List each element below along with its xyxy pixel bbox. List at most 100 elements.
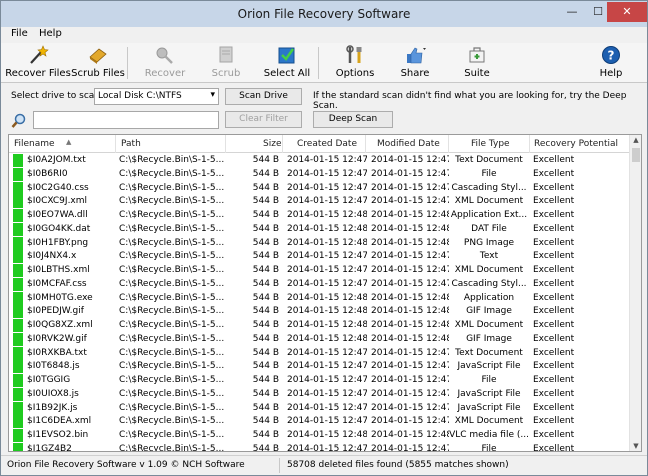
help-button[interactable]: ? Help [599, 43, 623, 83]
scrub-files-button[interactable]: Scrub Files [71, 43, 125, 83]
cell-size: 544 B [252, 223, 279, 234]
column-header-recovery[interactable]: Recovery Potential [534, 139, 618, 149]
close-button[interactable]: ✕ [607, 2, 647, 22]
table-row[interactable]: $I0EO7WA.dll C:\$Recycle.Bin\S-1-5... 544 … [9, 209, 629, 223]
cell-size: 544 B [252, 402, 279, 413]
drive-select[interactable]: Local Disk C:\NTFS ▾ [94, 88, 219, 105]
recovery-status-indicator [13, 332, 23, 346]
eraser-icon [89, 48, 107, 64]
minimize-button[interactable]: — [559, 2, 585, 22]
title-bar[interactable]: Orion File Recovery Software — ☐ ✕ [1, 1, 647, 27]
window-title: Orion File Recovery Software [237, 7, 411, 21]
table-row[interactable]: $I0RXKBA.txt C:\$Recycle.Bin\S-1-5... 544 … [9, 346, 629, 361]
scrub-icon [219, 46, 233, 63]
recovery-status-indicator [13, 374, 23, 387]
cell-created-date: 2014-01-15 12:48 [287, 320, 367, 330]
cell-created-date: 2014-01-15 12:48 [287, 306, 367, 317]
table-row[interactable]: $I0UIOX8.js C:\$Recycle.Bin\S-1-5... 544 B… [9, 387, 629, 402]
column-divider[interactable] [365, 135, 366, 153]
column-divider[interactable] [529, 135, 530, 153]
scrub-label: Scrub [211, 68, 241, 79]
cell-filename: $I0B6RI0 [27, 168, 68, 179]
cell-recovery-potential: Excellent [533, 443, 575, 451]
column-header-label: Filename [14, 139, 55, 149]
table-row[interactable]: $I0A2JOM.txt C:\$Recycle.Bin\S-1-5... 544 … [9, 154, 629, 168]
table-body: $I0A2JOM.txt C:\$Recycle.Bin\S-1-5... 544 … [9, 154, 629, 451]
deep-scan-button[interactable]: Deep Scan [313, 111, 393, 128]
cell-path: C:\$Recycle.Bin\S-1-5... [119, 265, 225, 275]
column-header-created[interactable]: Created Date [297, 139, 357, 149]
scroll-up-icon[interactable]: ▲ [630, 136, 641, 144]
cell-modified-date: 2014-01-15 12:48 [371, 306, 449, 317]
cell-created-date: 2014-01-15 12:47 [287, 155, 367, 165]
cell-filename: $I1EVSO2.bin [27, 430, 89, 440]
table-row[interactable]: $I0J4NX4.x C:\$Recycle.Bin\S-1-5... 544 B 2… [9, 250, 629, 264]
table-row[interactable]: $I0TGGIG C:\$Recycle.Bin\S-1-5... 544 B 201… [9, 374, 629, 388]
column-header-size[interactable]: Size [263, 139, 281, 149]
column-header-path[interactable]: Path [121, 139, 141, 149]
scrub-button[interactable]: Scrub [209, 43, 243, 83]
filter-input[interactable] [33, 111, 219, 129]
cell-path: C:\$Recycle.Bin\S-1-5... [119, 375, 225, 385]
cell-file-type: GIF Image [466, 333, 512, 344]
vertical-scrollbar[interactable]: ▲ ▼ [629, 135, 641, 451]
table-row[interactable]: $I0T6848.js C:\$Recycle.Bin\S-1-5... 544 B… [9, 360, 629, 374]
cell-recovery-potential: Excellent [533, 320, 575, 330]
cell-size: 544 B [252, 306, 279, 317]
scrollbar-thumb[interactable] [632, 148, 640, 162]
cell-size: 544 B [252, 168, 279, 179]
cell-filename: $I0MCFAF.css [27, 278, 87, 289]
cell-recovery-potential: Excellent [533, 155, 575, 165]
select-all-button[interactable]: Select All [264, 43, 310, 83]
cell-path: C:\$Recycle.Bin\S-1-5... [119, 333, 225, 344]
cell-file-type: XML Document [454, 265, 524, 275]
table-row[interactable]: $I0GO4KK.dat C:\$Recycle.Bin\S-1-5... 544 … [9, 222, 629, 237]
recover-button[interactable]: Recover [145, 43, 185, 83]
cell-size: 544 B [252, 265, 279, 275]
column-header-type[interactable]: File Type [471, 139, 510, 149]
table-row[interactable]: $I0MH0TG.exe C:\$Recycle.Bin\S-1-5... 544 … [9, 291, 629, 306]
table-row[interactable]: $I0QG8XZ.xml C:\$Recycle.Bin\S-1-5... 544 … [9, 319, 629, 333]
column-divider[interactable] [115, 135, 116, 153]
clear-filter-button[interactable]: Clear Filter [225, 111, 302, 128]
menu-bar: File Help [1, 27, 647, 43]
cell-path: C:\$Recycle.Bin\S-1-5... [119, 196, 225, 207]
table-row[interactable]: $I0LBTHS.xml C:\$Recycle.Bin\S-1-5... 544 … [9, 264, 629, 278]
cell-recovery-potential: Excellent [533, 361, 575, 372]
column-divider[interactable] [448, 135, 449, 153]
scan-drive-button[interactable]: Scan Drive [225, 88, 302, 105]
table-row[interactable]: $I0RVK2W.gif C:\$Recycle.Bin\S-1-5... 544 … [9, 332, 629, 347]
table-row[interactable]: $I1GZ4B2 C:\$Recycle.Bin\S-1-5... 544 B 201… [9, 442, 629, 451]
cell-size: 544 B [252, 210, 279, 220]
table-row[interactable]: $I0B6RI0 C:\$Recycle.Bin\S-1-5... 544 B 201… [9, 167, 629, 182]
cell-filename: $I0RVK2W.gif [27, 333, 87, 344]
column-divider[interactable] [282, 135, 283, 153]
thumbs-up-icon [407, 47, 426, 64]
table-row[interactable]: $I0MCFAF.css C:\$Recycle.Bin\S-1-5... 544 … [9, 277, 629, 292]
table-row[interactable]: $I1C6DEA.xml C:\$Recycle.Bin\S-1-5... 544 … [9, 415, 629, 429]
cell-file-type: XML Document [454, 320, 524, 330]
cell-path: C:\$Recycle.Bin\S-1-5... [119, 223, 225, 234]
cell-created-date: 2014-01-15 12:47 [287, 196, 367, 207]
cell-recovery-potential: Excellent [533, 430, 575, 440]
column-divider[interactable] [225, 135, 226, 153]
table-row[interactable]: $I0PEDJW.gif C:\$Recycle.Bin\S-1-5... 544 … [9, 305, 629, 319]
menu-file[interactable]: File [11, 28, 28, 39]
recover-files-button[interactable]: Recover Files [5, 43, 71, 83]
share-button[interactable]: Share [400, 43, 430, 83]
table-row[interactable]: $I1EVSO2.bin C:\$Recycle.Bin\S-1-5... 544 … [9, 429, 629, 443]
cell-created-date: 2014-01-15 12:48 [287, 210, 367, 220]
options-button[interactable]: Options [336, 43, 374, 83]
column-header-modified[interactable]: Modified Date [377, 139, 440, 149]
options-label: Options [335, 68, 375, 79]
table-row[interactable]: $I1B92JK.js C:\$Recycle.Bin\S-1-5... 544 B… [9, 401, 629, 416]
menu-help[interactable]: Help [39, 28, 62, 39]
table-row[interactable]: $I0C2G40.css C:\$Recycle.Bin\S-1-5... 544 … [9, 181, 629, 196]
cell-created-date: 2014-01-15 12:47 [287, 388, 367, 399]
suite-button[interactable]: Suite [463, 43, 491, 83]
scroll-down-icon[interactable]: ▼ [630, 442, 641, 450]
table-row[interactable]: $I0H1FBY.png C:\$Recycle.Bin\S-1-5... 544 … [9, 236, 629, 251]
cell-created-date: 2014-01-15 12:47 [287, 361, 367, 372]
table-row[interactable]: $I0CXC9J.xml C:\$Recycle.Bin\S-1-5... 544 … [9, 195, 629, 209]
column-header-filename[interactable]: Filename ▲ [14, 138, 71, 149]
